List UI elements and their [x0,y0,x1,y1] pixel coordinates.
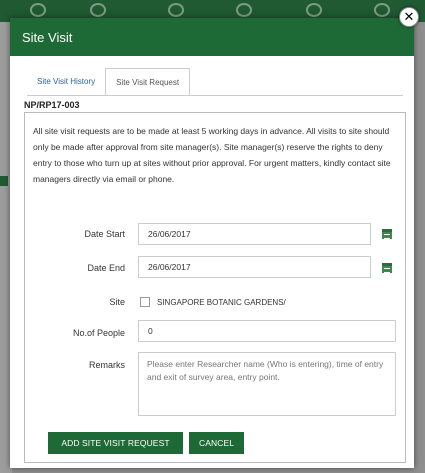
add-site-visit-request-button[interactable]: ADD SITE VISIT REQUEST [48,432,183,454]
tab-site-visit-request[interactable]: Site Visit Request [105,68,191,96]
background-nav-icon [30,3,46,17]
cancel-button[interactable]: CANCEL [189,432,244,454]
background-nav-icon [168,3,184,17]
notice-text: All site visit requests are to be made a… [33,126,391,184]
background-green-marker [0,176,8,186]
site-checkbox[interactable] [140,297,150,307]
modal-header: Site Visit [10,18,414,56]
request-form-panel: All site visit requests are to be made a… [24,112,406,463]
date-end-label: Date End [87,263,125,273]
calendar-icon[interactable] [382,263,392,273]
remarks-textarea[interactable]: Please enter Researcher name (Who is ent… [138,352,396,416]
close-icon[interactable]: ✕ [399,7,419,27]
modal-title: Site Visit [22,29,73,45]
date-start-label: Date Start [84,229,125,239]
people-label: No.of People [72,328,125,338]
site-visit-modal: Site Visit Site Visit History Site Visit… [10,18,414,468]
date-end-input[interactable]: 26/06/2017 [138,256,371,278]
site-label: Site [109,297,125,307]
site-option-label: SINGAPORE BOTANIC GARDENS/ [157,298,286,307]
reference-number: NP/RP17-003 [24,100,80,110]
background-nav-icon [236,3,252,17]
remarks-label: Remarks [88,360,125,370]
background-nav-icon [374,3,390,17]
people-input[interactable]: 0 [138,320,396,342]
tab-divider [27,95,403,96]
calendar-icon[interactable] [382,229,392,239]
tab-bar: Site Visit History Site Visit Request [27,68,191,96]
tab-site-visit-history[interactable]: Site Visit History [27,68,105,96]
date-start-input[interactable]: 26/06/2017 [138,223,371,245]
background-nav-icon [90,3,106,17]
background-nav-icon [306,3,322,17]
